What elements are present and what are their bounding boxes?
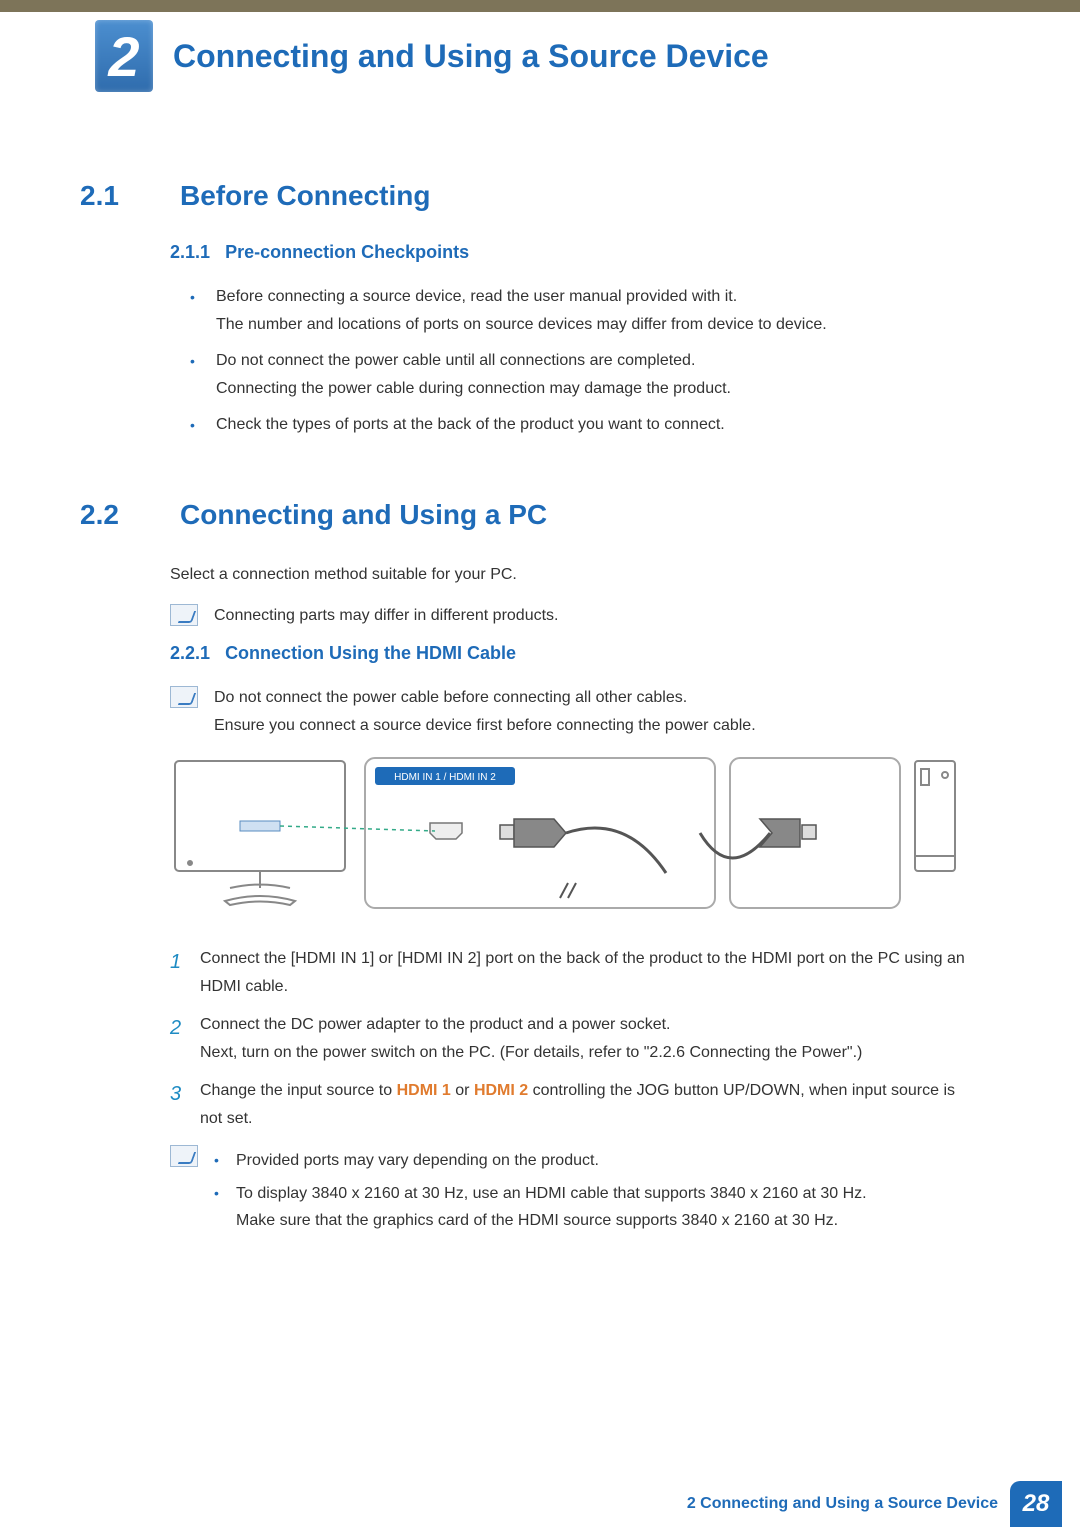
section-2-2-heading: 2.2 Connecting and Using a PC [80,499,980,531]
list-item: Provided ports may vary depending on the… [214,1147,867,1174]
monitor-port-icon [240,821,280,831]
note-block: Provided ports may vary depending on the… [170,1143,980,1241]
list-item: Check the types of ports at the back of … [190,411,960,439]
section-number: 2.2 [80,499,150,531]
footer-chapter-label: 2 Connecting and Using a Source Device [687,1495,1010,1513]
bullet-text: Before connecting a source device, read … [216,288,737,305]
bullet-text: Connecting the power cable during connec… [216,380,731,397]
section-title: Before Connecting [180,180,430,212]
step-text: Connect the DC power adapter to the prod… [200,1016,671,1033]
bullet-text: Provided ports may vary depending on the… [236,1152,599,1169]
page-footer: 2 Connecting and Using a Source Device 2… [0,1481,1080,1527]
note-icon [170,686,198,708]
note-icon [170,604,198,626]
subsection-title: Pre-connection Checkpoints [225,242,469,262]
chapter-title: Connecting and Using a Source Device [173,38,769,75]
hdmi-connection-diagram: HDMI IN 1 / HDMI IN 2 [170,753,980,923]
step-text: or [451,1082,474,1099]
note-text: Connecting parts may differ in different… [214,602,558,629]
list-item: Before connecting a source device, read … [190,283,960,339]
step-text: Next, turn on the power switch on the PC… [200,1044,862,1061]
bullet-text: Check the types of ports at the back of … [216,416,725,433]
checkpoint-list: Before connecting a source device, read … [190,283,960,439]
note-bullet-list: Provided ports may vary depending on the… [214,1147,867,1241]
section-2-1-heading: 2.1 Before Connecting [80,180,980,212]
note-block: Connecting parts may differ in different… [170,602,980,629]
chapter-header: 2 Connecting and Using a Source Device [95,20,769,92]
port-label: HDMI IN 1 / HDMI IN 2 [394,772,496,783]
top-stripe [0,0,1080,12]
note-line: Do not connect the power cable before co… [214,689,687,706]
step-item: Change the input source to HDMI 1 or HDM… [170,1077,980,1133]
subsection-number: 2.1.1 [170,242,210,262]
note-line: Ensure you connect a source device first… [214,717,756,734]
list-item: Do not connect the power cable until all… [190,347,960,403]
subsection-title: Connection Using the HDMI Cable [225,643,516,663]
hdmi-1-label: HDMI 1 [397,1082,451,1099]
section-title: Connecting and Using a PC [180,499,547,531]
bullet-text: The number and locations of ports on sou… [216,316,827,333]
subsection-number: 2.2.1 [170,643,210,663]
section-number: 2.1 [80,180,150,212]
note-icon [170,1145,198,1167]
page-content: 2.1 Before Connecting 2.1.1 Pre-connecti… [80,180,980,1254]
subsection-2-2-1-heading: 2.2.1 Connection Using the HDMI Cable [170,643,980,664]
bullet-text: Do not connect the power cable until all… [216,352,695,369]
subsection-2-1-1-heading: 2.1.1 Pre-connection Checkpoints [170,242,980,263]
note-text: Do not connect the power cable before co… [214,684,756,738]
list-item: To display 3840 x 2160 at 30 Hz, use an … [214,1180,867,1234]
step-item: Connect the [HDMI IN 1] or [HDMI IN 2] p… [170,945,980,1001]
chapter-number-badge: 2 [95,20,153,92]
hdmi-2-label: HDMI 2 [474,1082,528,1099]
page-number-badge: 28 [1010,1481,1062,1527]
bullet-text: To display 3840 x 2160 at 30 Hz, use an … [236,1185,867,1202]
bullet-text: Make sure that the graphics card of the … [236,1212,838,1229]
step-list: Connect the [HDMI IN 1] or [HDMI IN 2] p… [170,945,980,1133]
intro-paragraph: Select a connection method suitable for … [170,561,980,588]
note-block: Do not connect the power cable before co… [170,684,980,738]
step-text: Connect the [HDMI IN 1] or [HDMI IN 2] p… [200,950,965,995]
step-item: Connect the DC power adapter to the prod… [170,1011,980,1067]
step-text: Change the input source to [200,1082,397,1099]
